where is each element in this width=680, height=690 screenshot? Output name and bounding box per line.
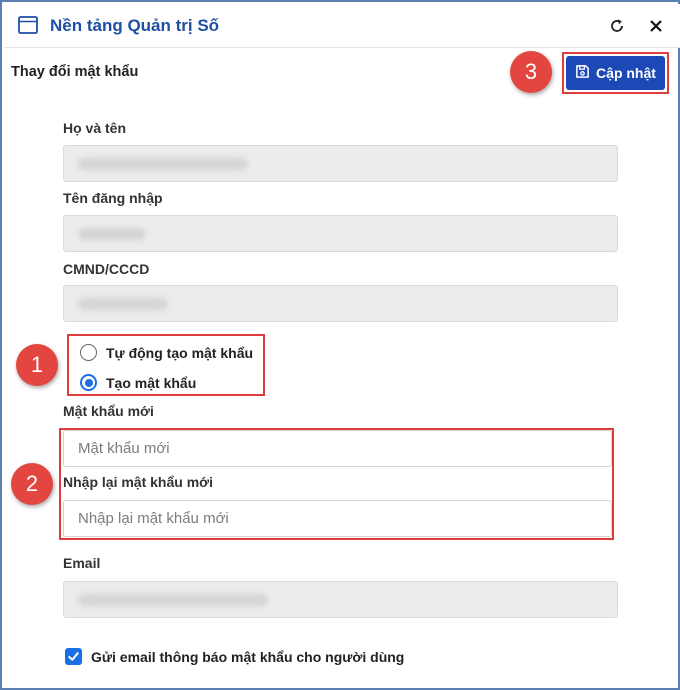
radio-button-selected[interactable]: [80, 374, 97, 391]
new-password-label: Mật khẩu mới: [63, 403, 154, 419]
username-field: [63, 215, 618, 252]
send-email-checkbox[interactable]: [65, 648, 82, 665]
send-email-label: Gửi email thông báo mật khẩu cho người d…: [91, 648, 405, 665]
redacted-value: [78, 594, 268, 606]
form-title: Thay đổi mật khẩu: [11, 64, 139, 80]
radio-button[interactable]: [80, 344, 97, 361]
email-label: Email: [63, 555, 101, 571]
new-password-input[interactable]: [63, 430, 612, 467]
radio-auto-password-label: Tự động tạo mật khẩu: [106, 344, 254, 361]
email-field: [63, 581, 618, 618]
window-title: Nền tảng Quản trị Số: [50, 16, 220, 35]
redacted-value: [78, 158, 248, 170]
checkmark-icon: [68, 652, 79, 661]
step-marker-3: 3: [510, 51, 552, 93]
redacted-value: [78, 228, 146, 240]
window-icon: [18, 16, 38, 34]
redacted-value: [78, 298, 168, 310]
step-marker-1: 1: [16, 344, 58, 386]
full-name-label: Họ và tên: [63, 120, 127, 136]
id-number-label: CMND/CCCD: [63, 261, 150, 277]
radio-auto-password[interactable]: Tự động tạo mật khẩu: [80, 344, 253, 361]
save-icon: [575, 64, 590, 82]
title-bar: Nền tảng Quản trị Số: [4, 4, 680, 48]
step-marker-2: 2: [11, 463, 53, 505]
radio-manual-password[interactable]: Tạo mật khẩu: [80, 374, 196, 391]
id-number-field: [63, 285, 618, 322]
username-label: Tên đăng nhập: [63, 190, 163, 206]
reload-icon[interactable]: [608, 17, 626, 35]
confirm-password-label: Nhập lại mật khẩu mới: [63, 474, 213, 490]
full-name-field: [63, 145, 618, 182]
send-email-checkbox-row[interactable]: Gửi email thông báo mật khẩu cho người d…: [65, 648, 404, 665]
update-button-label: Cập nhật: [596, 65, 656, 81]
confirm-password-input[interactable]: [63, 500, 612, 537]
dialog-window: Nền tảng Quản trị Số Thay đổi mật khẩu 3…: [0, 0, 680, 690]
update-button[interactable]: Cập nhật: [566, 56, 665, 90]
close-icon[interactable]: [647, 17, 665, 35]
radio-manual-password-label: Tạo mật khẩu: [106, 374, 197, 391]
